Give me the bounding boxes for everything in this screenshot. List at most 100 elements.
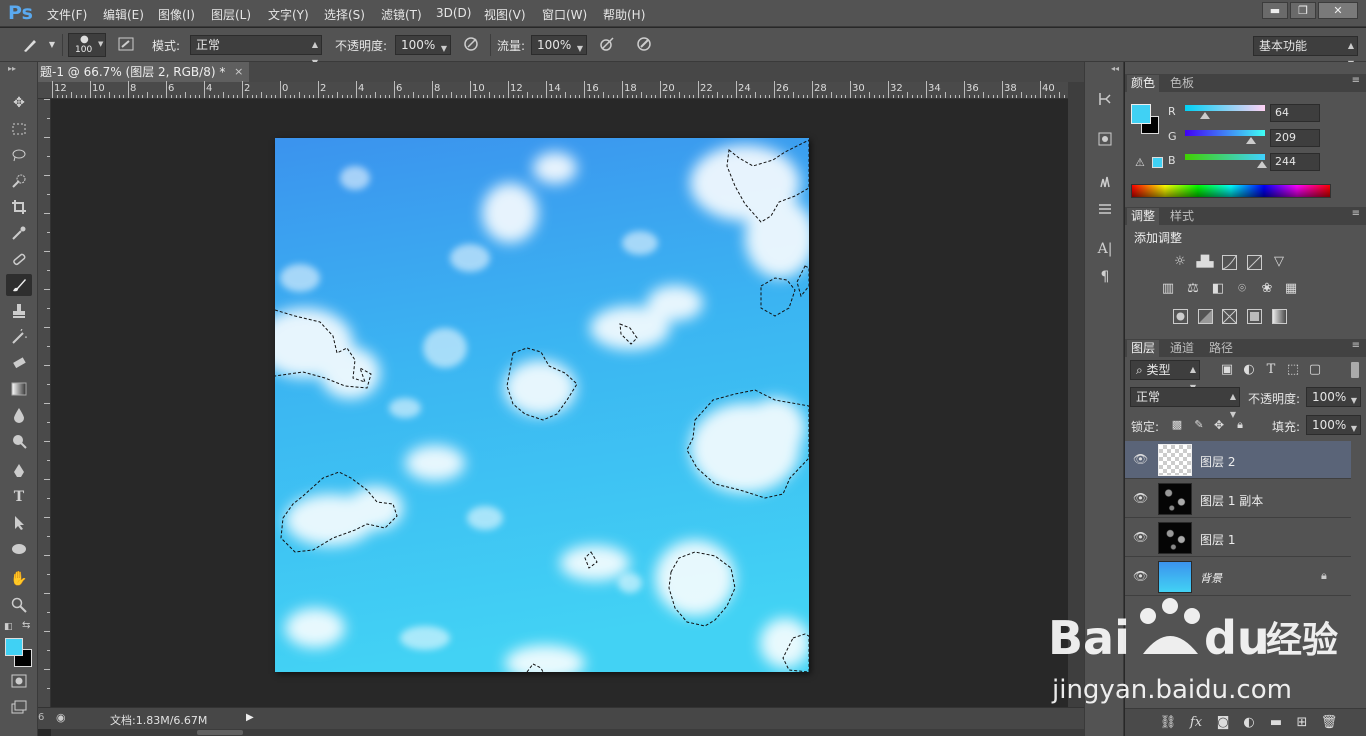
lock-transparent-icon[interactable]: ▩ — [1168, 416, 1186, 434]
lock-image-icon[interactable]: ✎ — [1190, 416, 1208, 434]
paragraph-panel-icon[interactable]: ¶ — [1093, 266, 1117, 288]
menu-window[interactable]: 窗口(W) — [542, 6, 587, 23]
g-value-input[interactable]: 209 — [1270, 129, 1320, 147]
vibrance-icon[interactable]: ▽ — [1270, 253, 1288, 271]
mode-select[interactable]: 正常 ▲▼ — [190, 35, 322, 67]
color-balance-icon[interactable]: ⚖ — [1184, 280, 1202, 298]
airbrush-icon[interactable] — [597, 35, 617, 55]
menu-image[interactable]: 图像(I) — [158, 6, 195, 23]
brightness-icon[interactable]: ☼ — [1171, 253, 1189, 271]
menu-filter[interactable]: 滤镜(T) — [381, 6, 422, 23]
foreground-color-swatch[interactable] — [1131, 104, 1151, 124]
photo-filter-icon[interactable]: ⌾ — [1233, 280, 1251, 298]
eyedropper-tool-icon[interactable] — [6, 222, 32, 244]
delete-layer-icon[interactable]: 🗑︎ — [1320, 714, 1338, 732]
brush-settings-icon[interactable] — [1093, 198, 1117, 220]
workspace-select[interactable]: 基本功能 ▲▼ — [1253, 36, 1358, 68]
menu-layer[interactable]: 图层(L) — [211, 6, 251, 23]
color-spectrum-bar[interactable] — [1131, 184, 1331, 198]
horizontal-scrollbar[interactable] — [51, 729, 1084, 736]
r-value-input[interactable]: 64 — [1270, 104, 1320, 122]
visibility-eye-icon[interactable]: 👁︎ — [1133, 491, 1148, 505]
filter-adjustment-icon[interactable]: ◐ — [1240, 361, 1258, 379]
tab-adjustments[interactable]: 调整 — [1127, 208, 1160, 225]
selective-color-icon[interactable] — [1245, 307, 1263, 325]
pressure-size-icon[interactable] — [634, 35, 654, 55]
gradient-map-icon[interactable] — [1270, 307, 1288, 325]
swap-colors-icon[interactable]: ⇆ — [22, 620, 30, 631]
menu-3d[interactable]: 3D(D) — [436, 6, 471, 20]
visibility-eye-icon[interactable]: 👁︎ — [1133, 452, 1148, 466]
tab-layers[interactable]: 图层 — [1127, 340, 1160, 357]
type-tool-icon[interactable]: T — [6, 486, 32, 508]
lasso-tool-icon[interactable] — [6, 144, 32, 166]
layer-name[interactable]: 图层 1 副本 — [1200, 492, 1263, 509]
layer-row[interactable]: 👁︎ 图层 2 — [1125, 441, 1351, 479]
tab-channels[interactable]: 通道 — [1166, 340, 1198, 357]
document-canvas[interactable] — [275, 138, 809, 672]
tab-paths[interactable]: 路径 — [1205, 340, 1237, 357]
layer-opacity-input[interactable]: 100% ▼ — [1306, 387, 1361, 407]
r-slider-thumb[interactable] — [1200, 112, 1210, 119]
minimize-button[interactable]: ▬ — [1262, 2, 1288, 19]
invert-icon[interactable] — [1171, 307, 1189, 325]
pen-tool-icon[interactable] — [6, 460, 32, 482]
layer-row[interactable]: 👁︎ 图层 1 — [1125, 519, 1351, 557]
filter-shape-icon[interactable]: ⬚ — [1284, 361, 1302, 379]
r-slider[interactable] — [1185, 105, 1265, 119]
layer-name[interactable]: 图层 2 — [1200, 453, 1235, 470]
expand-icon[interactable]: ◂◂ — [1111, 64, 1119, 73]
tab-color[interactable]: 颜色 — [1127, 75, 1160, 92]
move-tool-icon[interactable]: ✥ — [6, 92, 32, 114]
posterize-icon[interactable] — [1196, 307, 1214, 325]
document-tab[interactable]: 题-1 @ 66.7% (图层 2, RGB/8) * × — [38, 62, 250, 82]
fill-input[interactable]: 100% ▼ — [1306, 415, 1361, 435]
quick-select-tool-icon[interactable] — [6, 170, 32, 192]
eraser-tool-icon[interactable] — [6, 352, 32, 374]
menu-help[interactable]: 帮助(H) — [603, 6, 645, 23]
hue-saturation-icon[interactable]: ▥ — [1159, 280, 1177, 298]
crop-tool-icon[interactable] — [6, 196, 32, 218]
dodge-tool-icon[interactable] — [6, 430, 32, 452]
opacity-input[interactable]: 100% ▼ — [395, 35, 451, 55]
restore-button[interactable]: ❐ — [1290, 2, 1316, 19]
layer-row[interactable]: 👁︎ 背景 🔒︎ — [1125, 558, 1351, 596]
g-slider-thumb[interactable] — [1245, 137, 1256, 144]
history-panel-icon[interactable] — [1093, 88, 1117, 110]
hand-tool-icon[interactable]: ✋ — [6, 568, 32, 590]
gradient-tool-icon[interactable] — [6, 378, 32, 400]
new-adjustment-icon[interactable]: ◐ — [1240, 714, 1258, 732]
menu-edit[interactable]: 编辑(E) — [103, 6, 144, 23]
g-slider[interactable] — [1185, 130, 1265, 144]
curves-icon[interactable] — [1220, 253, 1238, 271]
brush-panel-icon[interactable] — [116, 35, 136, 55]
marquee-tool-icon[interactable] — [6, 118, 32, 140]
menu-view[interactable]: 视图(V) — [484, 6, 526, 23]
zoom-tool-icon[interactable] — [6, 594, 32, 616]
share-icon[interactable]: ◉ — [56, 711, 66, 724]
layer-filter-select[interactable]: ⌕ 类型 ▲▼ — [1130, 360, 1200, 392]
close-tab-icon[interactable]: × — [234, 62, 243, 82]
play-arrow-icon[interactable]: ▶ — [246, 712, 254, 723]
character-panel-icon[interactable]: A| — [1093, 238, 1117, 260]
fx-icon[interactable]: fx — [1187, 714, 1205, 732]
foreground-color-swatch[interactable] — [5, 638, 23, 656]
add-mask-icon[interactable]: ◙ — [1214, 714, 1232, 732]
layer-name[interactable]: 图层 1 — [1200, 531, 1235, 548]
screen-mode-icon[interactable] — [6, 696, 32, 718]
brush-tool-icon[interactable] — [6, 274, 32, 296]
blur-tool-icon[interactable] — [6, 404, 32, 426]
properties-panel-icon[interactable] — [1093, 128, 1117, 150]
link-layers-icon[interactable]: ⛓︎ — [1159, 714, 1177, 732]
new-group-icon[interactable]: ▬ — [1267, 714, 1285, 732]
brush-presets-icon[interactable] — [1093, 170, 1117, 192]
collapse-icon[interactable]: ▸▸ — [8, 64, 16, 73]
color-lookup-icon[interactable]: ▦ — [1282, 280, 1300, 298]
menu-type[interactable]: 文字(Y) — [268, 6, 309, 23]
panel-menu-icon[interactable]: ≡ — [1352, 75, 1360, 86]
layer-row[interactable]: 👁︎ 图层 1 副本 — [1125, 480, 1351, 518]
filter-type-icon[interactable]: T — [1262, 361, 1280, 379]
quick-mask-icon[interactable] — [6, 670, 32, 692]
scrollbar-thumb[interactable] — [197, 730, 243, 735]
brush-size-picker[interactable]: ● 100 ▼ — [68, 33, 106, 57]
